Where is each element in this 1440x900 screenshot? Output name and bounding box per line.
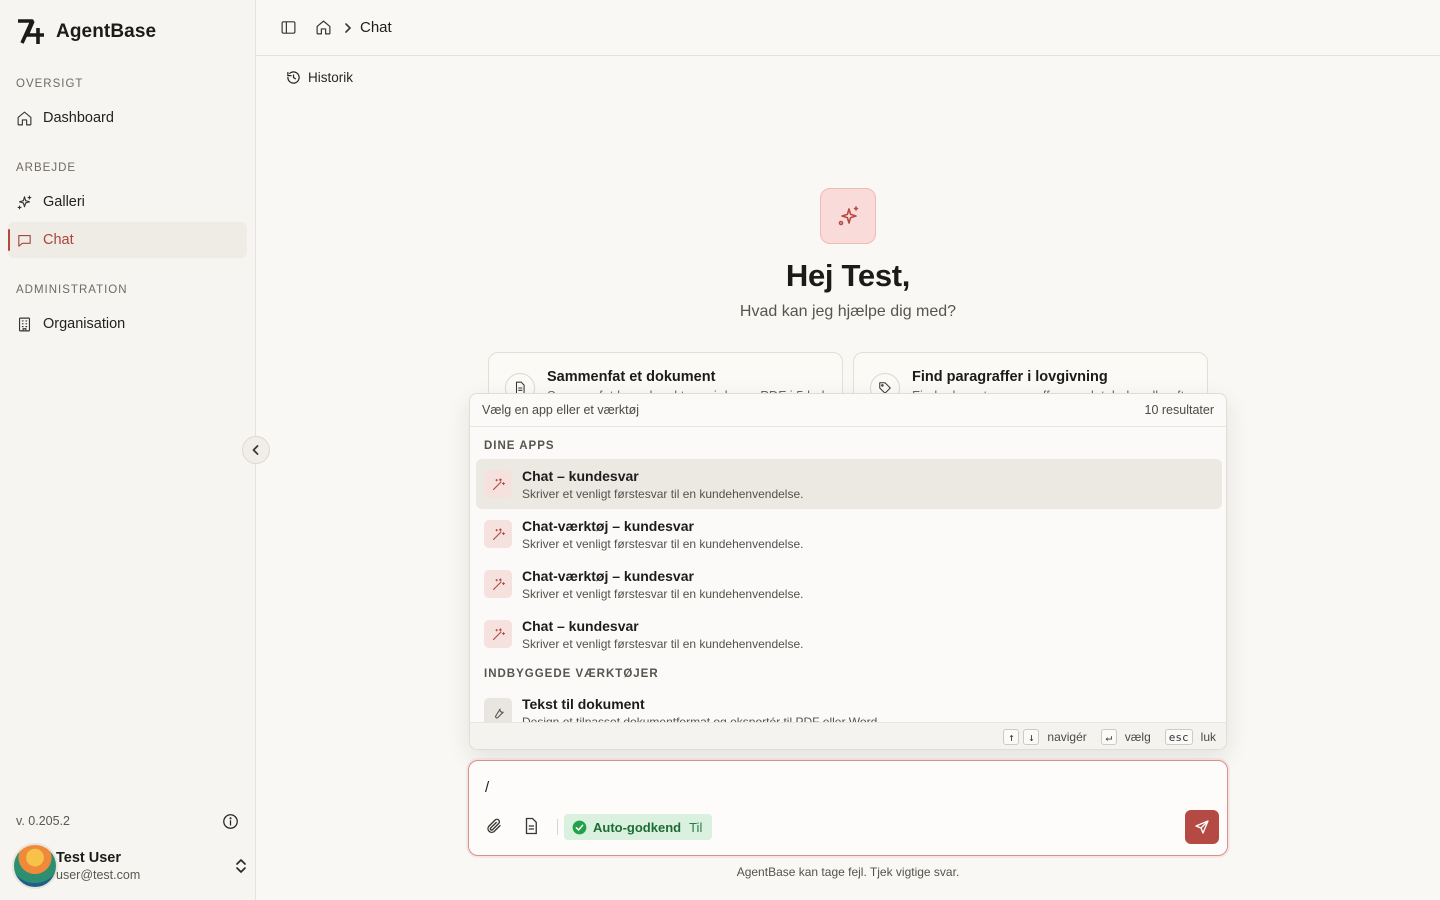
divider bbox=[557, 819, 558, 835]
navigate-hint: navigér bbox=[1047, 730, 1087, 744]
info-icon[interactable] bbox=[222, 813, 239, 830]
option-description: Skriver et venligt førstesvar til en kun… bbox=[522, 487, 804, 501]
magic-wand-icon bbox=[484, 470, 512, 498]
select-hint: vælg bbox=[1124, 730, 1151, 744]
result-count: 10 resultater bbox=[1144, 403, 1214, 417]
sidebar-item-label: Organisation bbox=[43, 316, 126, 332]
user-menu[interactable]: Test User user@test.com bbox=[12, 842, 248, 890]
breadcrumb-current: Chat bbox=[360, 19, 392, 36]
home-icon bbox=[17, 111, 32, 125]
section-label-administration: ADMINISTRATION bbox=[16, 284, 128, 296]
group-label-apps: DINE APPS bbox=[484, 440, 555, 452]
popup-title: Vælg en app eller et værktøj bbox=[482, 403, 640, 417]
option-title: Tekst til dokument bbox=[522, 696, 645, 712]
auto-approve-state: Til bbox=[689, 819, 703, 835]
popup-footer: ↑ ↓ navigér ↵ vælg esc luk bbox=[470, 722, 1226, 749]
auto-approve-label: Auto-godkend bbox=[593, 819, 682, 835]
app-version: v. 0.205.2 bbox=[16, 814, 70, 828]
chat-composer: Auto-godkend Til bbox=[468, 760, 1228, 856]
history-icon bbox=[287, 71, 300, 84]
greeting-title: Hej Test, bbox=[785, 258, 911, 293]
building-icon bbox=[18, 317, 31, 331]
popup-header: Vælg en app eller et værktøj 10 resultat… bbox=[470, 394, 1226, 427]
sidebar-item-galleri[interactable]: Galleri bbox=[8, 184, 247, 220]
history-button[interactable]: Historik bbox=[286, 70, 353, 85]
topbar bbox=[256, 0, 1440, 56]
user-info: Test User user@test.com bbox=[56, 850, 140, 882]
esc-key: esc bbox=[1164, 729, 1193, 745]
arrow-down-key: ↓ bbox=[1023, 729, 1040, 745]
sparkles-icon bbox=[838, 206, 859, 226]
option-title: Chat-værktøj – kundesvar bbox=[522, 518, 694, 534]
app-option[interactable]: Chat – kundesvar Skriver et venligt førs… bbox=[476, 609, 1222, 659]
disclaimer: AgentBase kan tage fejl. Tjek vigtige sv… bbox=[736, 865, 960, 879]
enter-key: ↵ bbox=[1100, 729, 1117, 745]
sidebar-item-label: Galleri bbox=[43, 194, 85, 210]
keyboard-hints: ↑ ↓ navigér ↵ vælg esc luk bbox=[1003, 729, 1216, 745]
brand[interactable]: AgentBase bbox=[16, 18, 156, 46]
group-label-tools: INDBYGGEDE VÆRKTØJER bbox=[484, 668, 659, 680]
sidebar-item-dashboard[interactable]: Dashboard bbox=[8, 100, 247, 136]
suggestion-title: Find paragraffer i lovgivning bbox=[912, 369, 1108, 385]
option-title: Chat-værktøj – kundesvar bbox=[522, 568, 694, 584]
message-input[interactable] bbox=[485, 779, 1185, 796]
option-title: Chat – kundesvar bbox=[522, 618, 639, 634]
send-button[interactable] bbox=[1185, 810, 1219, 844]
option-title: Chat – kundesvar bbox=[522, 468, 639, 484]
chevron-left-icon bbox=[252, 445, 259, 455]
sidebar-toggle-icon[interactable] bbox=[280, 19, 297, 36]
app-option[interactable]: Chat-værktøj – kundesvar Skriver et venl… bbox=[476, 559, 1222, 609]
sidebar: AgentBase OVERSIGT Dashboard ARBEJDE Gal… bbox=[0, 0, 256, 900]
brand-name: AgentBase bbox=[56, 21, 157, 42]
collapse-sidebar-button[interactable] bbox=[242, 436, 270, 464]
arrow-up-key: ↑ bbox=[1003, 729, 1020, 745]
close-hint: luk bbox=[1200, 730, 1216, 744]
sidebar-item-label: Dashboard bbox=[43, 110, 114, 126]
app-option[interactable]: Chat-værktøj – kundesvar Skriver et venl… bbox=[476, 509, 1222, 559]
avatar bbox=[12, 843, 58, 889]
auto-approve-toggle[interactable]: Auto-godkend Til bbox=[564, 814, 713, 840]
option-description: Skriver et venligt førstesvar til en kun… bbox=[522, 537, 804, 551]
sparkles-icon bbox=[17, 195, 32, 209]
sidebar-item-chat[interactable]: Chat bbox=[8, 222, 247, 258]
chat-icon bbox=[18, 234, 31, 247]
magic-wand-icon bbox=[484, 620, 512, 648]
sidebar-item-organisation[interactable]: Organisation bbox=[8, 306, 247, 342]
sidebar-item-label: Chat bbox=[43, 232, 74, 248]
assistant-icon bbox=[820, 188, 876, 244]
magic-wand-icon bbox=[484, 520, 512, 548]
app-option[interactable]: Chat – kundesvar Skriver et venligt førs… bbox=[476, 459, 1222, 509]
send-icon bbox=[1195, 820, 1209, 834]
history-label: Historik bbox=[308, 70, 354, 85]
option-description: Skriver et venligt førstesvar til en kun… bbox=[522, 637, 804, 651]
document-icon[interactable] bbox=[522, 817, 540, 835]
home-icon[interactable] bbox=[315, 19, 332, 36]
magic-wand-icon bbox=[484, 570, 512, 598]
greeting-subtitle: Hvad kan jeg hjælpe dig med? bbox=[739, 303, 957, 320]
user-name: Test User bbox=[56, 850, 122, 866]
section-label-oversigt: OVERSIGT bbox=[16, 78, 84, 90]
paperclip-icon[interactable] bbox=[485, 817, 503, 835]
check-circle-icon bbox=[572, 820, 587, 834]
suggestion-title: Sammenfat et dokument bbox=[547, 369, 716, 385]
section-label-arbejde: ARBEJDE bbox=[16, 162, 77, 174]
option-description: Skriver et venligt førstesvar til en kun… bbox=[522, 587, 804, 601]
logo-icon bbox=[18, 19, 44, 44]
user-email: user@test.com bbox=[56, 868, 141, 882]
app-picker-popup: Vælg en app eller et værktøj 10 resultat… bbox=[469, 393, 1227, 750]
chevron-up-down-icon bbox=[236, 859, 246, 873]
chevron-right-icon bbox=[345, 23, 352, 33]
